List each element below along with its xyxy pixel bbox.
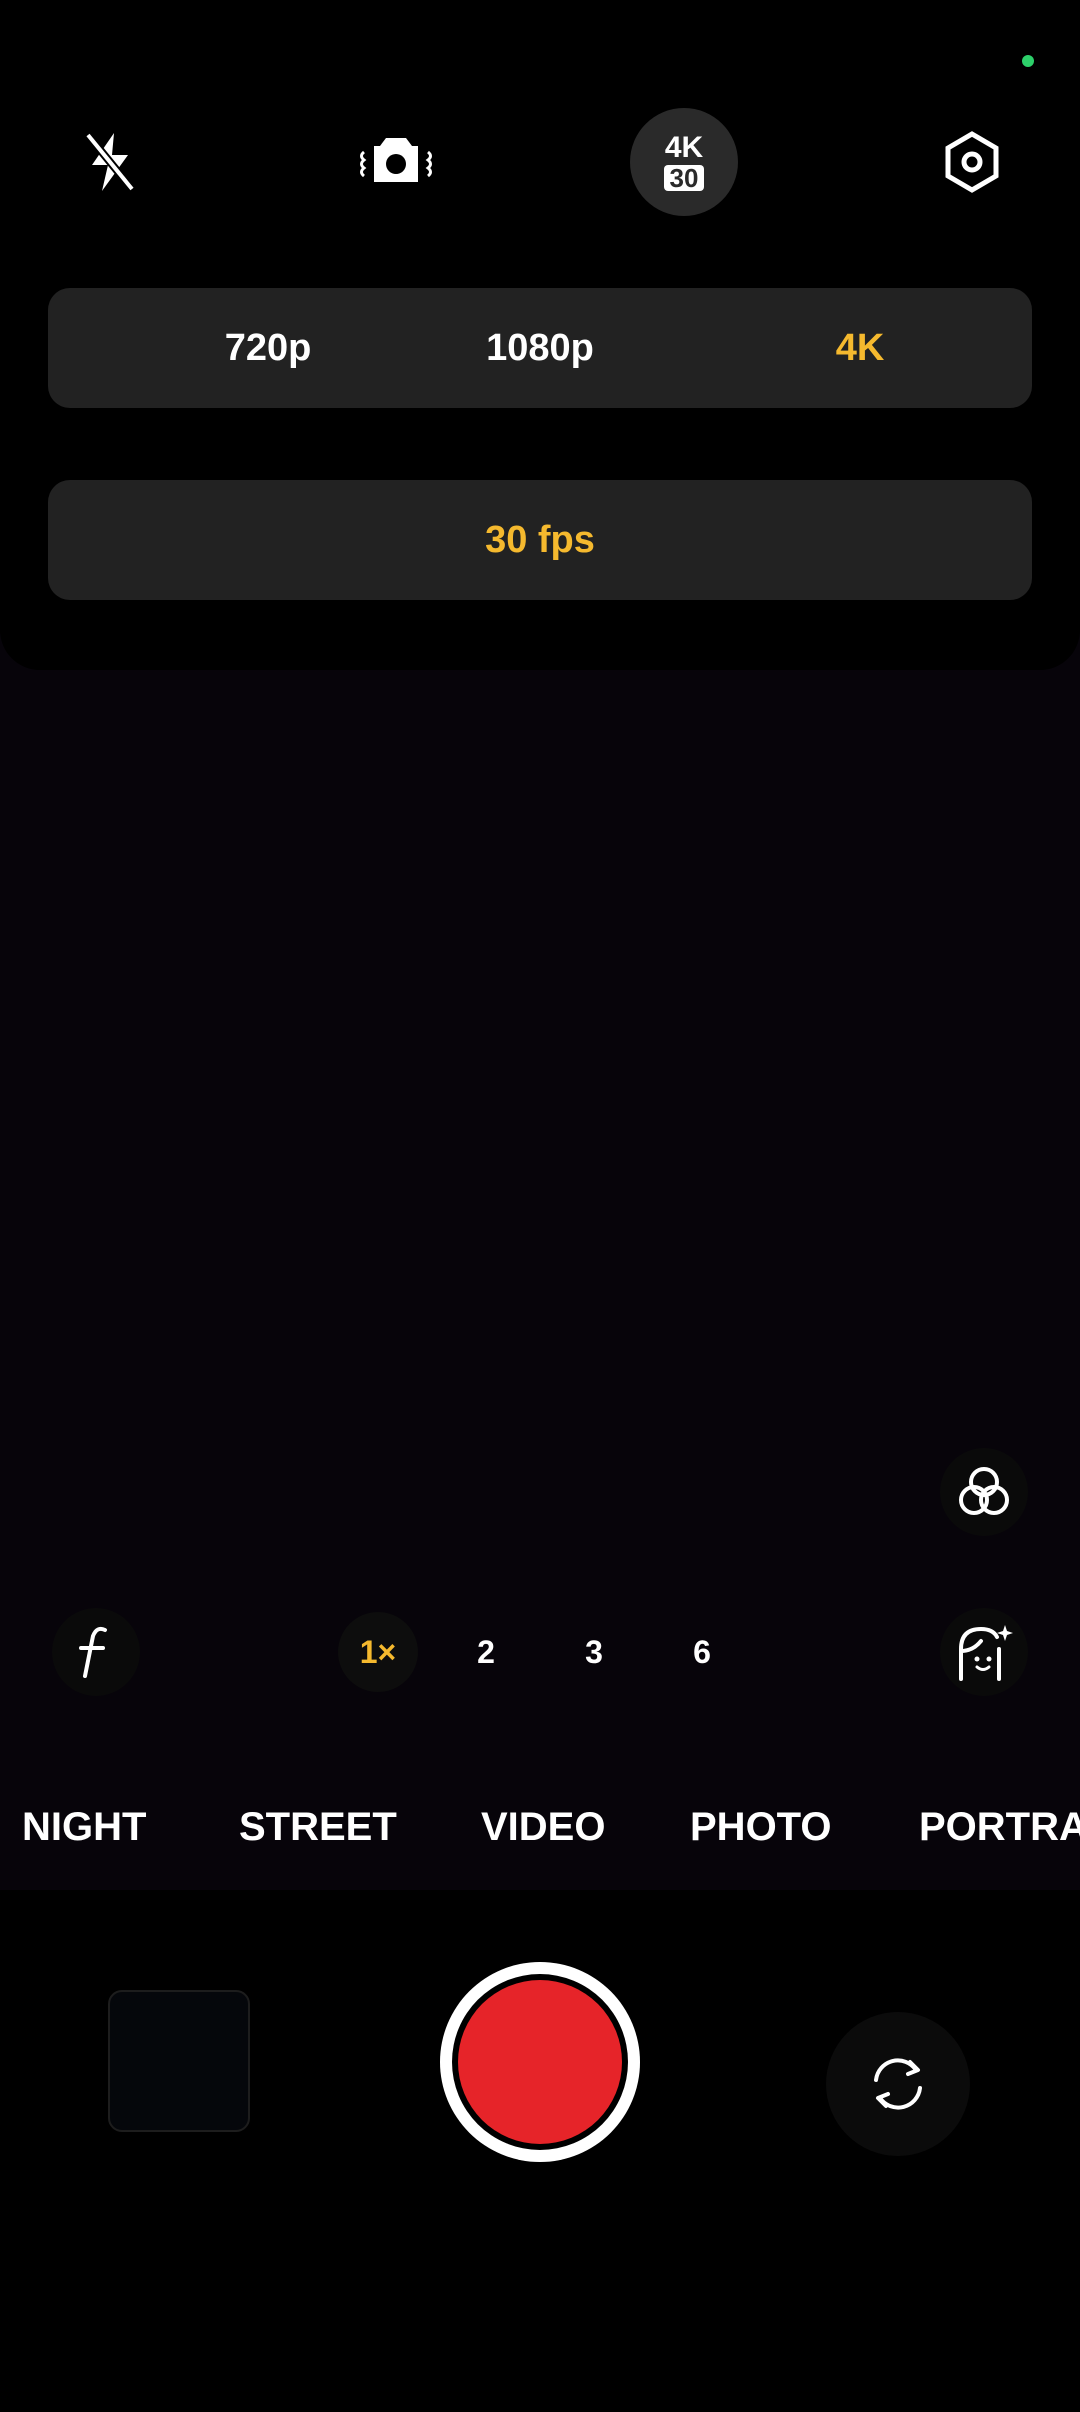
zoom-2x-button[interactable]: 2 <box>446 1612 526 1692</box>
flash-off-icon[interactable] <box>56 108 164 216</box>
settings-hexagon-icon[interactable] <box>918 108 1026 216</box>
zoom-1x-button[interactable]: 1× <box>338 1612 418 1692</box>
mode-street[interactable]: STREET <box>239 1805 397 1850</box>
resolution-720p-option[interactable]: 720p <box>148 288 388 408</box>
mode-video[interactable]: VIDEO <box>481 1805 605 1850</box>
mode-photo[interactable]: PHOTO <box>690 1805 832 1850</box>
zoom-3x-button[interactable]: 3 <box>554 1612 634 1692</box>
resolution-selector: 720p 1080p 4K <box>48 288 1032 408</box>
f-stop-icon[interactable] <box>52 1608 140 1696</box>
record-button-core <box>458 1980 622 2144</box>
record-button[interactable] <box>440 1962 640 2162</box>
switch-camera-icon[interactable] <box>826 2012 970 2156</box>
resolution-badge[interactable]: 4K 30 <box>630 108 738 216</box>
privacy-indicator-dot <box>1022 55 1034 67</box>
resolution-1080p-option[interactable]: 1080p <box>420 288 660 408</box>
badge-resolution-text: 4K <box>664 131 704 164</box>
face-retouch-icon[interactable] <box>940 1608 1028 1696</box>
stabilization-camera-icon[interactable] <box>342 108 450 216</box>
badge-fps-text: 30 <box>663 165 705 191</box>
fps-selector: 30 fps <box>48 480 1032 600</box>
filters-circles-icon[interactable] <box>940 1448 1028 1536</box>
zoom-6x-button[interactable]: 6 <box>662 1612 742 1692</box>
gallery-thumbnail[interactable] <box>108 1990 250 2132</box>
resolution-4k-option[interactable]: 4K <box>740 288 980 408</box>
mode-night[interactable]: NIGHT <box>22 1805 146 1850</box>
fps-30-option[interactable]: 30 fps <box>420 480 660 600</box>
mode-portrait[interactable]: PORTRA <box>919 1805 1080 1850</box>
